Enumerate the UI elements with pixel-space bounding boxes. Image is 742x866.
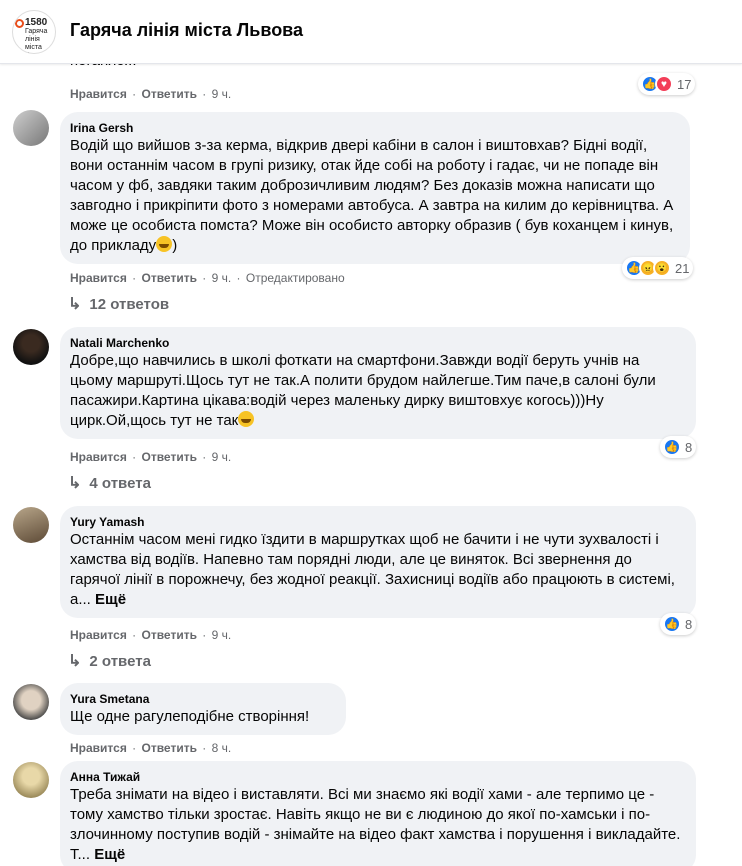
comment-time[interactable]: 8 ч. [212,741,232,755]
view-replies-button[interactable]: ↳ 2 ответа [68,651,151,671]
avatar[interactable] [13,762,49,798]
comment-text: Останнім часом мені гидко їздити в маршр… [70,530,684,610]
reaction-summary[interactable]: 👍 😠 😮 21 [622,257,694,279]
view-replies-button[interactable]: ↳ 12 ответов [68,294,169,314]
replies-label: 12 ответов [89,295,170,313]
like-link[interactable]: Нравится [70,87,127,101]
comment-bubble: Yura Smetana Ще одне рагулеподібне створ… [60,683,346,735]
love-icon: ♥ [655,75,673,93]
like-icon: 👍 [663,438,681,456]
comment-actions: Нравится · Ответить · 9 ч. [70,87,232,101]
see-more-link[interactable]: Ещё [95,591,126,608]
reaction-count: 8 [685,616,693,632]
reply-arrow-icon: ↳ [68,653,82,670]
comment-body: Добре,що навчились в школі фоткати на см… [70,352,656,429]
comment-actions: Нравится · Ответить · 9 ч. · Отредактиро… [70,271,345,285]
logo-number: 1580 [25,17,48,28]
comment-body: Треба знімати на відео і виставляти. Всі… [70,786,681,863]
comment-actions: Нравится · Ответить · 9 ч. [70,450,232,464]
like-icon: 👍 [663,615,681,633]
replies-label: 4 ответа [89,474,151,492]
comment-author[interactable]: Yury Yamash [70,514,684,530]
comment-time[interactable]: 9 ч. [212,271,232,285]
reply-arrow-icon: ↳ [68,475,82,492]
reply-arrow-icon: ↳ [68,296,82,313]
reaction-count: 21 [675,260,690,276]
view-replies-button[interactable]: ↳ 4 ответа [68,473,151,493]
reaction-summary[interactable]: 👍 8 [660,436,697,458]
page-header: 1580 Гаряча лінія міста Льва Гаряча ліні… [0,0,742,64]
reply-link[interactable]: Ответить [142,271,197,285]
comment-bubble: Yury Yamash Останнім часом мені гидко їз… [60,506,696,618]
comment-actions: Нравится · Ответить · 9 ч. [70,628,232,642]
comment-time[interactable]: 9 ч. [212,87,232,101]
comment-text: Треба знімати на відео і виставляти. Всі… [70,785,684,865]
reaction-count: 8 [685,439,693,455]
avatar[interactable] [13,329,49,365]
comment-time[interactable]: 9 ч. [212,628,232,642]
comment-text: Водій що вийшов з-за керма, відкрив двер… [70,137,674,254]
comment-bubble: Irina Gersh Водій що вийшов з-за керма, … [60,112,690,264]
grin-emoji-icon [238,411,255,427]
comment-author[interactable]: Irina Gersh [70,120,678,136]
comment-bubble: Natali Marchenko Добре,що навчились в шк… [60,327,696,439]
like-link[interactable]: Нравится [70,741,127,755]
logo-ring-icon [15,19,24,28]
reply-link[interactable]: Ответить [142,628,197,642]
like-link[interactable]: Нравится [70,628,127,642]
comment-text: Добре,що навчились в школі фоткати на см… [70,351,684,431]
group-logo[interactable]: 1580 Гаряча лінія міста Льва [12,10,56,54]
avatar[interactable] [13,110,49,146]
page-title[interactable]: Гаряча лінія міста Львова [70,20,303,41]
comment-body: Останнім часом мені гидко їздити в маршр… [70,531,675,608]
replies-label: 2 ответа [89,652,151,670]
grin-emoji-icon [156,236,173,252]
comment-author[interactable]: Анна Тижай [70,769,684,785]
comment-actions: Нравится · Ответить · 8 ч. [70,741,232,755]
reply-link[interactable]: Ответить [142,87,197,101]
comment-author[interactable]: Yura Smetana [70,691,334,707]
comment-text: Ще одне рагулеподібне створіння! [70,708,310,725]
reply-link[interactable]: Ответить [142,450,197,464]
reaction-summary[interactable]: 👍 8 [660,613,697,635]
comment-bubble: Анна Тижай Треба знімати на відео і вист… [60,761,696,866]
comment-time[interactable]: 9 ч. [212,450,232,464]
reaction-summary[interactable]: 👍 ♥ 17 [638,73,696,95]
reaction-count: 17 [677,76,692,92]
avatar[interactable] [13,684,49,720]
avatar[interactable] [13,507,49,543]
reply-link[interactable]: Ответить [142,741,197,755]
comment-author[interactable]: Natali Marchenko [70,335,684,351]
edited-label: Отредактировано [245,271,345,285]
see-more-link[interactable]: Ещё [94,846,125,863]
like-link[interactable]: Нравится [70,271,127,285]
logo-text: Гаряча лінія міста Льва [25,28,48,53]
like-link[interactable]: Нравится [70,450,127,464]
wow-icon: 😮 [653,259,671,277]
